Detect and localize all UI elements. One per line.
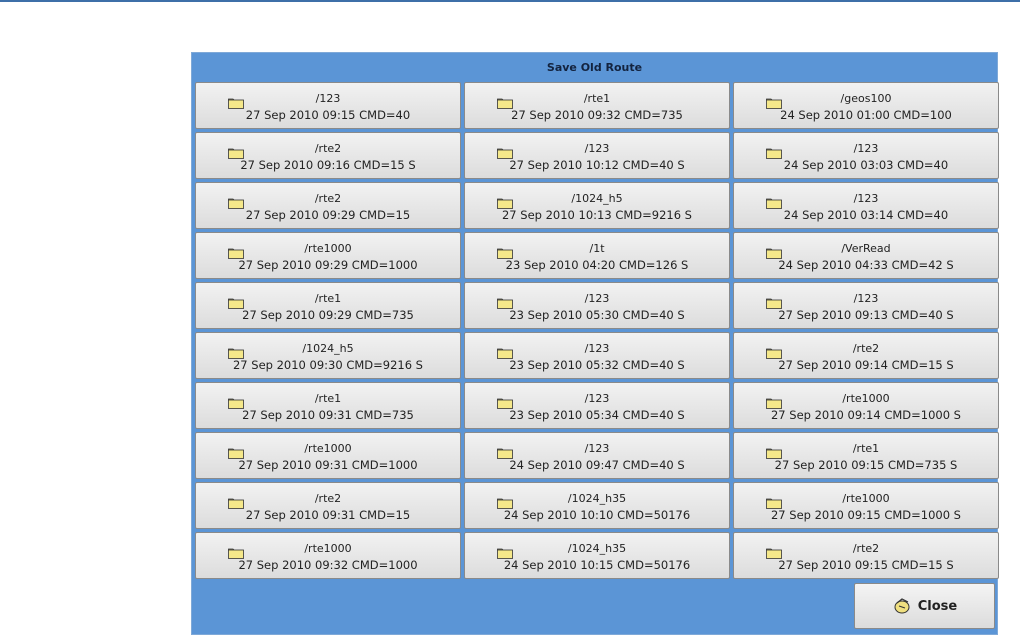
- route-name: /rte2: [314, 492, 342, 505]
- route-info: 27 Sep 2010 09:30 CMD=9216 S: [232, 358, 423, 372]
- route-name: /123: [584, 392, 610, 405]
- route-name: /123: [584, 342, 610, 355]
- route-name: /rte1000: [304, 242, 352, 255]
- route-name: /123: [584, 442, 610, 455]
- route-name: /1024_h35: [567, 542, 627, 555]
- route-name: /rte1000: [842, 492, 890, 505]
- route-name: /rte1000: [304, 542, 352, 555]
- route-name: /1024_h5: [571, 192, 623, 205]
- route-info: 27 Sep 2010 09:32 CMD=735: [511, 108, 683, 122]
- route-info: 24 Sep 2010 04:33 CMD=42 S: [778, 258, 954, 272]
- route-button[interactable]: /rte2 27 Sep 2010 09:14 CMD=15 S: [733, 332, 999, 379]
- route-button[interactable]: /1t 23 Sep 2010 04:20 CMD=126 S: [464, 232, 730, 279]
- route-name: /1t: [589, 242, 605, 255]
- route-button[interactable]: /123 24 Sep 2010 09:47 CMD=40 S: [464, 432, 730, 479]
- route-button[interactable]: /1024_h35 24 Sep 2010 10:15 CMD=50176: [464, 532, 730, 579]
- route-info: 24 Sep 2010 09:47 CMD=40 S: [509, 458, 685, 472]
- route-info: 24 Sep 2010 03:03 CMD=40: [783, 158, 949, 172]
- close-icon: [894, 598, 910, 614]
- route-name: /rte1: [314, 292, 342, 305]
- route-button[interactable]: /123 23 Sep 2010 05:30 CMD=40 S: [464, 282, 730, 329]
- top-divider: [0, 0, 1020, 2]
- route-button[interactable]: /123 27 Sep 2010 09:13 CMD=40 S: [733, 282, 999, 329]
- route-button[interactable]: /rte2 27 Sep 2010 09:16 CMD=15 S: [195, 132, 461, 179]
- route-name: /1024_h5: [302, 342, 354, 355]
- route-button[interactable]: /VerRead 24 Sep 2010 04:33 CMD=42 S: [733, 232, 999, 279]
- route-button[interactable]: /1024_h5 27 Sep 2010 09:30 CMD=9216 S: [195, 332, 461, 379]
- route-info: 27 Sep 2010 09:29 CMD=15: [245, 208, 411, 222]
- route-button[interactable]: /rte1 27 Sep 2010 09:29 CMD=735: [195, 282, 461, 329]
- route-button[interactable]: /1024_h5 27 Sep 2010 10:13 CMD=9216 S: [464, 182, 730, 229]
- route-name: /123: [853, 292, 879, 305]
- save-old-route-dialog: Save Old Route /123 27 Sep 2010 09:15 CMD…: [191, 52, 999, 635]
- close-button[interactable]: Close: [854, 583, 995, 629]
- route-name: /rte2: [852, 342, 880, 355]
- route-button[interactable]: /rte1 27 Sep 2010 09:15 CMD=735 S: [733, 432, 999, 479]
- route-button[interactable]: /rte2 27 Sep 2010 09:15 CMD=15 S: [733, 532, 999, 579]
- route-info: 23 Sep 2010 05:34 CMD=40 S: [509, 408, 685, 422]
- route-info: 27 Sep 2010 09:14 CMD=15 S: [778, 358, 954, 372]
- route-button[interactable]: /123 27 Sep 2010 09:15 CMD=40: [195, 82, 461, 129]
- route-name: /123: [584, 292, 610, 305]
- route-name: /123: [315, 92, 341, 105]
- route-info: 23 Sep 2010 05:30 CMD=40 S: [509, 308, 685, 322]
- route-button[interactable]: /rte1000 27 Sep 2010 09:32 CMD=1000: [195, 532, 461, 579]
- route-name: /geos100: [840, 92, 892, 105]
- route-button[interactable]: /123 24 Sep 2010 03:14 CMD=40: [733, 182, 999, 229]
- close-button-label: Close: [917, 598, 958, 614]
- route-name: /rte2: [314, 192, 342, 205]
- route-info: 27 Sep 2010 10:12 CMD=40 S: [509, 158, 685, 172]
- route-button[interactable]: /123 24 Sep 2010 03:03 CMD=40: [733, 132, 999, 179]
- route-button[interactable]: /1024_h35 24 Sep 2010 10:10 CMD=50176: [464, 482, 730, 529]
- route-name: /rte1000: [304, 442, 352, 455]
- route-info: 23 Sep 2010 04:20 CMD=126 S: [505, 258, 689, 272]
- route-info: 27 Sep 2010 09:15 CMD=735 S: [774, 458, 958, 472]
- route-name: /rte2: [852, 542, 880, 555]
- route-info: 27 Sep 2010 09:31 CMD=735: [242, 408, 414, 422]
- route-info: 24 Sep 2010 10:15 CMD=50176: [503, 558, 691, 572]
- route-name: /123: [853, 192, 879, 205]
- route-button[interactable]: /rte1000 27 Sep 2010 09:29 CMD=1000: [195, 232, 461, 279]
- route-name: /123: [584, 142, 610, 155]
- route-name: /rte2: [314, 142, 342, 155]
- route-info: 27 Sep 2010 10:13 CMD=9216 S: [501, 208, 692, 222]
- route-button[interactable]: /rte2 27 Sep 2010 09:29 CMD=15: [195, 182, 461, 229]
- route-button[interactable]: /rte1000 27 Sep 2010 09:15 CMD=1000 S: [733, 482, 999, 529]
- route-name: /VerRead: [841, 242, 891, 255]
- route-info: 27 Sep 2010 09:16 CMD=15 S: [240, 158, 416, 172]
- route-button[interactable]: /123 23 Sep 2010 05:32 CMD=40 S: [464, 332, 730, 379]
- route-info: 27 Sep 2010 09:32 CMD=1000: [238, 558, 418, 572]
- route-button[interactable]: /123 27 Sep 2010 10:12 CMD=40 S: [464, 132, 730, 179]
- route-name: /rte1000: [842, 392, 890, 405]
- route-info: 24 Sep 2010 10:10 CMD=50176: [503, 508, 691, 522]
- route-name: /123: [853, 142, 879, 155]
- route-info: 27 Sep 2010 09:15 CMD=1000 S: [770, 508, 961, 522]
- route-button[interactable]: /rte2 27 Sep 2010 09:31 CMD=15: [195, 482, 461, 529]
- route-info: 27 Sep 2010 09:14 CMD=1000 S: [770, 408, 961, 422]
- route-name: /rte1: [852, 442, 880, 455]
- route-button[interactable]: /rte1000 27 Sep 2010 09:14 CMD=1000 S: [733, 382, 999, 429]
- route-grid: /123 27 Sep 2010 09:15 CMD=40/rte1 27 Sep …: [195, 82, 999, 579]
- route-info: 24 Sep 2010 03:14 CMD=40: [783, 208, 949, 222]
- route-button[interactable]: /geos100 24 Sep 2010 01:00 CMD=100: [733, 82, 999, 129]
- route-info: 27 Sep 2010 09:29 CMD=735: [242, 308, 414, 322]
- route-button[interactable]: /rte1 27 Sep 2010 09:31 CMD=735: [195, 382, 461, 429]
- dialog-title: Save Old Route: [546, 61, 643, 74]
- route-info: 27 Sep 2010 09:15 CMD=15 S: [778, 558, 954, 572]
- route-name: /rte1: [583, 92, 611, 105]
- route-info: 27 Sep 2010 09:15 CMD=40: [245, 108, 411, 122]
- route-info: 24 Sep 2010 01:00 CMD=100: [780, 108, 952, 122]
- route-info: 27 Sep 2010 09:31 CMD=15: [245, 508, 411, 522]
- route-name: /1024_h35: [567, 492, 627, 505]
- route-info: 27 Sep 2010 09:31 CMD=1000: [238, 458, 418, 472]
- route-info: 27 Sep 2010 09:29 CMD=1000: [238, 258, 418, 272]
- route-info: 23 Sep 2010 05:32 CMD=40 S: [509, 358, 685, 372]
- route-button[interactable]: /rte1000 27 Sep 2010 09:31 CMD=1000: [195, 432, 461, 479]
- route-button[interactable]: /rte1 27 Sep 2010 09:32 CMD=735: [464, 82, 730, 129]
- route-button[interactable]: /123 23 Sep 2010 05:34 CMD=40 S: [464, 382, 730, 429]
- route-info: 27 Sep 2010 09:13 CMD=40 S: [778, 308, 954, 322]
- route-name: /rte1: [314, 392, 342, 405]
